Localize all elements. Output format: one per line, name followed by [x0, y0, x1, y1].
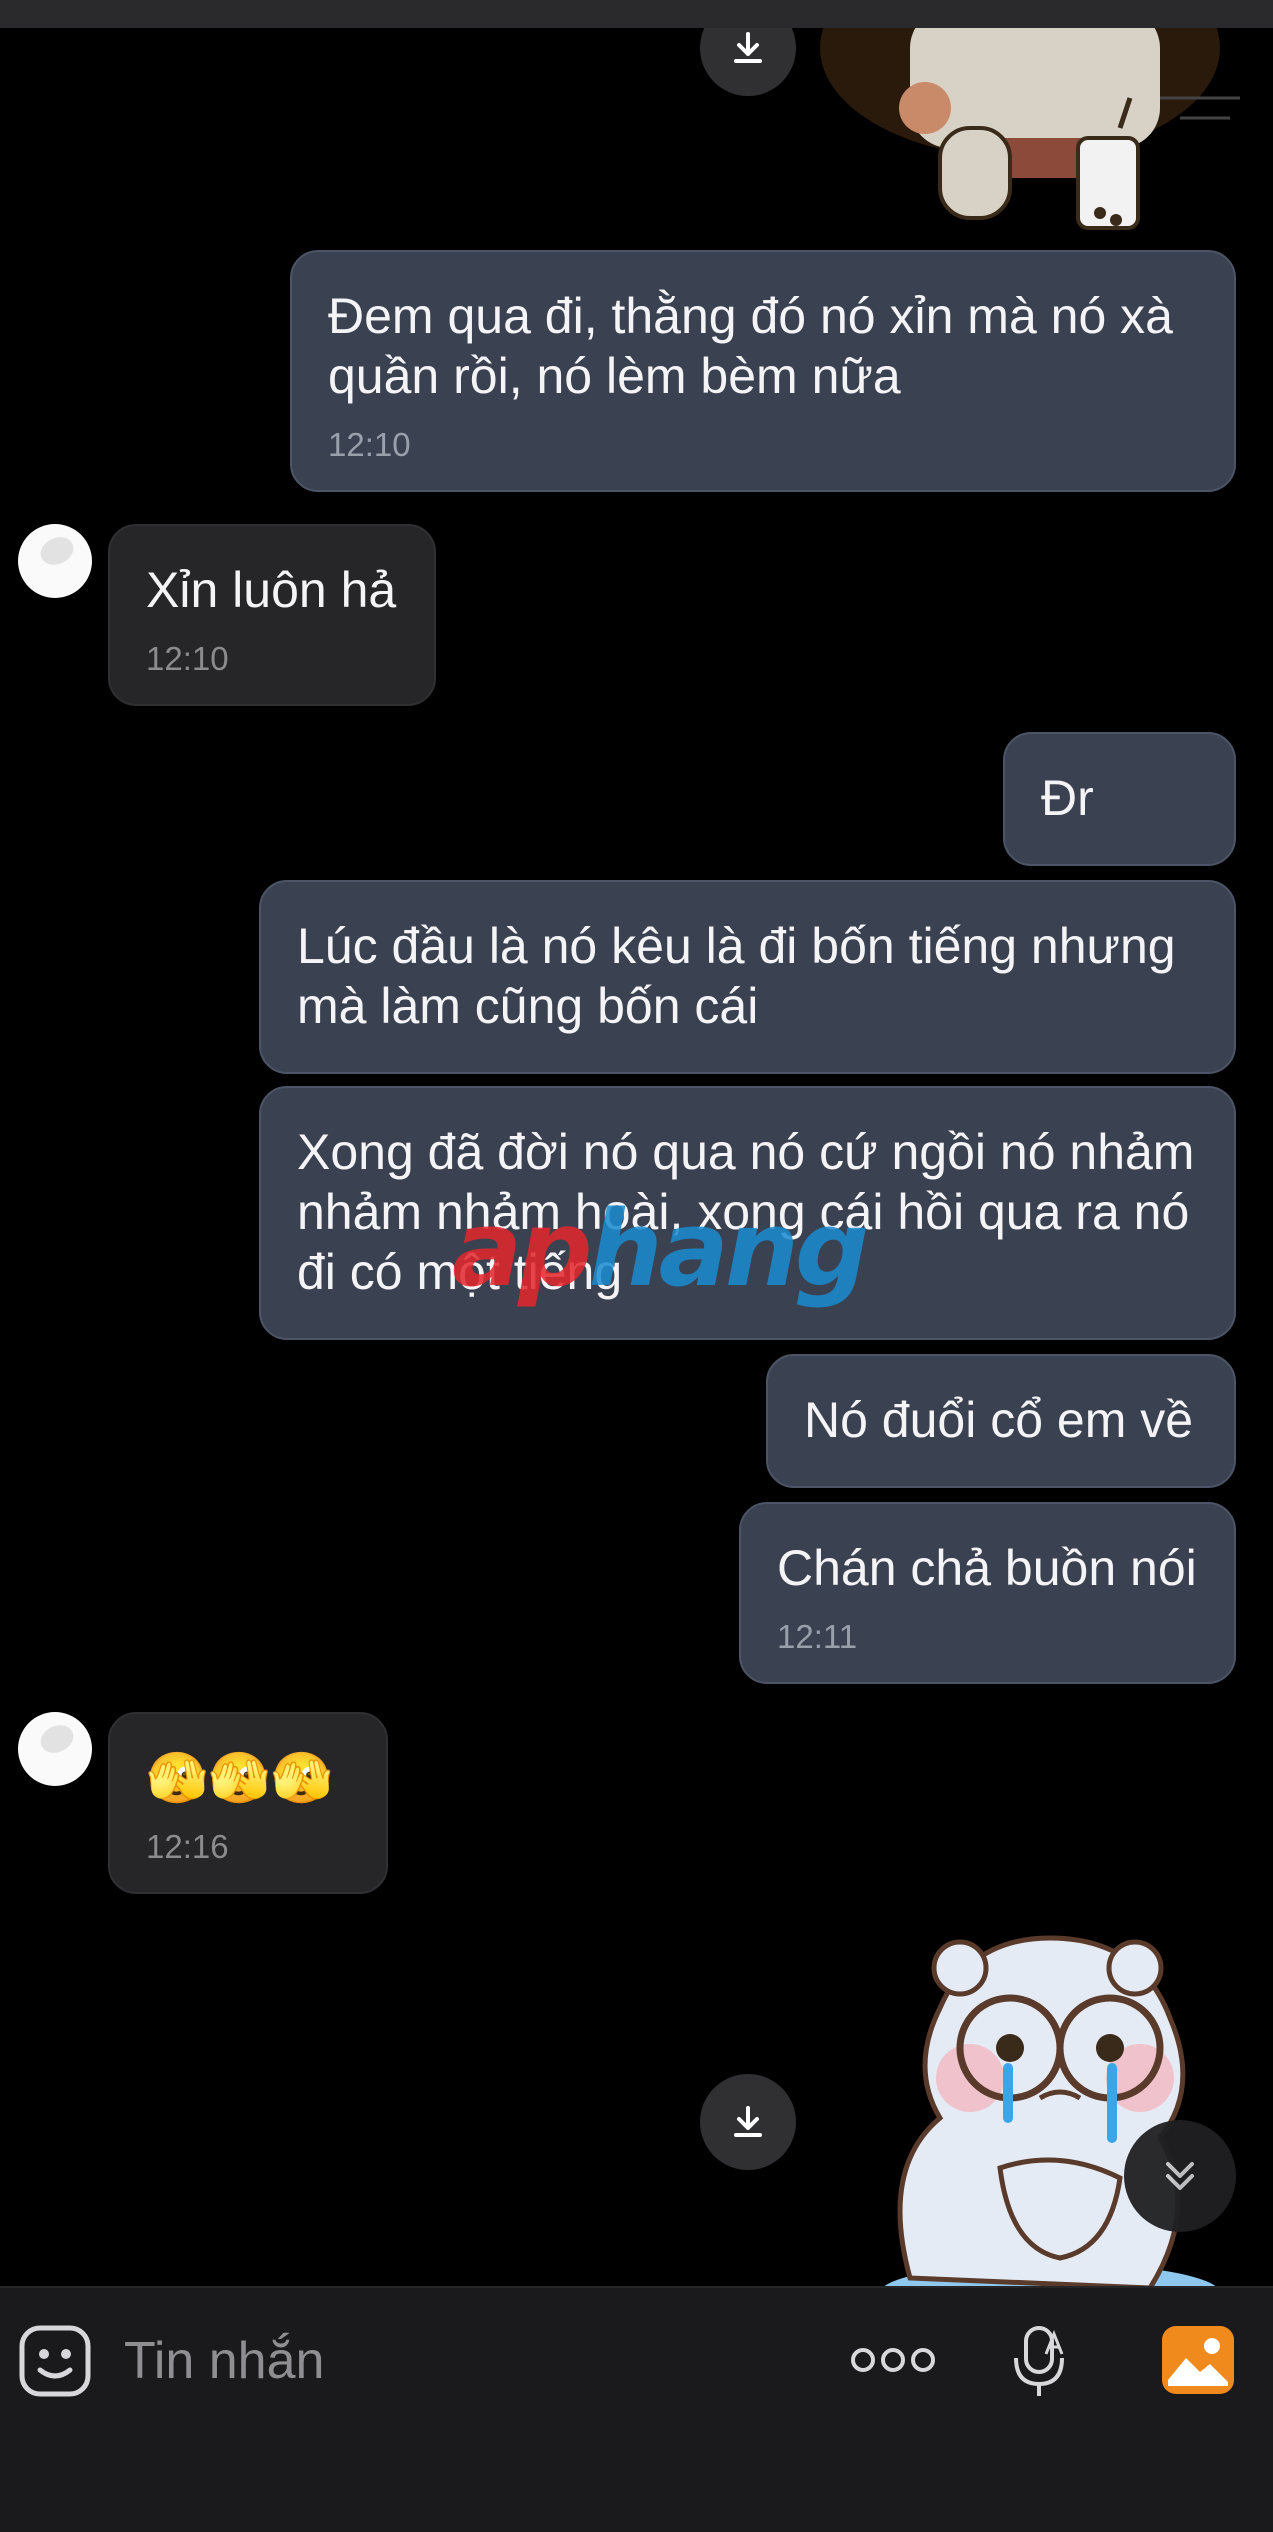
download-button[interactable]	[700, 2074, 796, 2170]
avatar[interactable]	[18, 524, 92, 598]
sticker-girl-icon	[820, 28, 1240, 230]
more-icon	[851, 2348, 935, 2372]
download-button[interactable]	[700, 28, 796, 96]
chevron-double-down-icon	[1166, 2162, 1194, 2190]
message-text: Xỉn luôn hả	[146, 562, 397, 618]
download-icon	[734, 2106, 762, 2137]
message-text: Chán chả buồn nói	[777, 1540, 1197, 1596]
message-text: Đr	[1041, 770, 1094, 826]
mic-icon	[1014, 2326, 1064, 2396]
message-text: Nó đuổi cổ em về	[804, 1392, 1194, 1448]
avatar[interactable]	[18, 1712, 92, 1786]
download-icon	[734, 32, 762, 63]
message-text: 🫣🫣🫣	[146, 1750, 333, 1806]
sticker-top[interactable]	[820, 28, 1240, 248]
message-text: Đem qua đi, thằng đó nó xỉn mà nó xà quầ…	[328, 288, 1187, 404]
more-button[interactable]	[850, 2338, 936, 2382]
scroll-to-bottom-button[interactable]	[1124, 2120, 1236, 2232]
image-icon	[1162, 2326, 1234, 2394]
voice-button[interactable]	[1010, 2324, 1070, 2398]
message-time: 12:10	[328, 426, 411, 463]
photo-button[interactable]	[1160, 2324, 1236, 2396]
message-outgoing[interactable]: Lúc đầu là nó kêu là đi bốn tiếng nhưng …	[259, 880, 1236, 1074]
message-input[interactable]	[124, 2318, 824, 2404]
message-outgoing[interactable]: Chán chả buồn nói 12:11	[739, 1502, 1236, 1684]
emoji-icon	[19, 2325, 91, 2397]
message-time: 12:11	[777, 1618, 858, 1655]
composer-bar	[0, 2286, 1273, 2532]
message-time: 12:10	[146, 640, 229, 677]
chat-area[interactable]: Đem qua đi, thằng đó nó xỉn mà nó xà quầ…	[0, 28, 1273, 2286]
message-outgoing[interactable]: Đr	[1003, 732, 1236, 866]
message-time: 12:16	[146, 1828, 229, 1865]
message-outgoing[interactable]: Nó đuổi cổ em về	[766, 1354, 1236, 1488]
emoji-button[interactable]	[18, 2324, 92, 2398]
message-text: Xong đã đời nó qua nó cứ ngồi nó nhảm nh…	[297, 1124, 1209, 1300]
message-outgoing[interactable]: Đem qua đi, thằng đó nó xỉn mà nó xà quầ…	[290, 250, 1236, 492]
status-bar	[0, 0, 1273, 28]
message-text: Lúc đầu là nó kêu là đi bốn tiếng nhưng …	[297, 918, 1190, 1034]
message-incoming[interactable]: 🫣🫣🫣 12:16	[108, 1712, 388, 1894]
message-outgoing[interactable]: Xong đã đời nó qua nó cứ ngồi nó nhảm nh…	[259, 1086, 1236, 1340]
message-incoming[interactable]: Xỉn luôn hả 12:10	[108, 524, 436, 706]
